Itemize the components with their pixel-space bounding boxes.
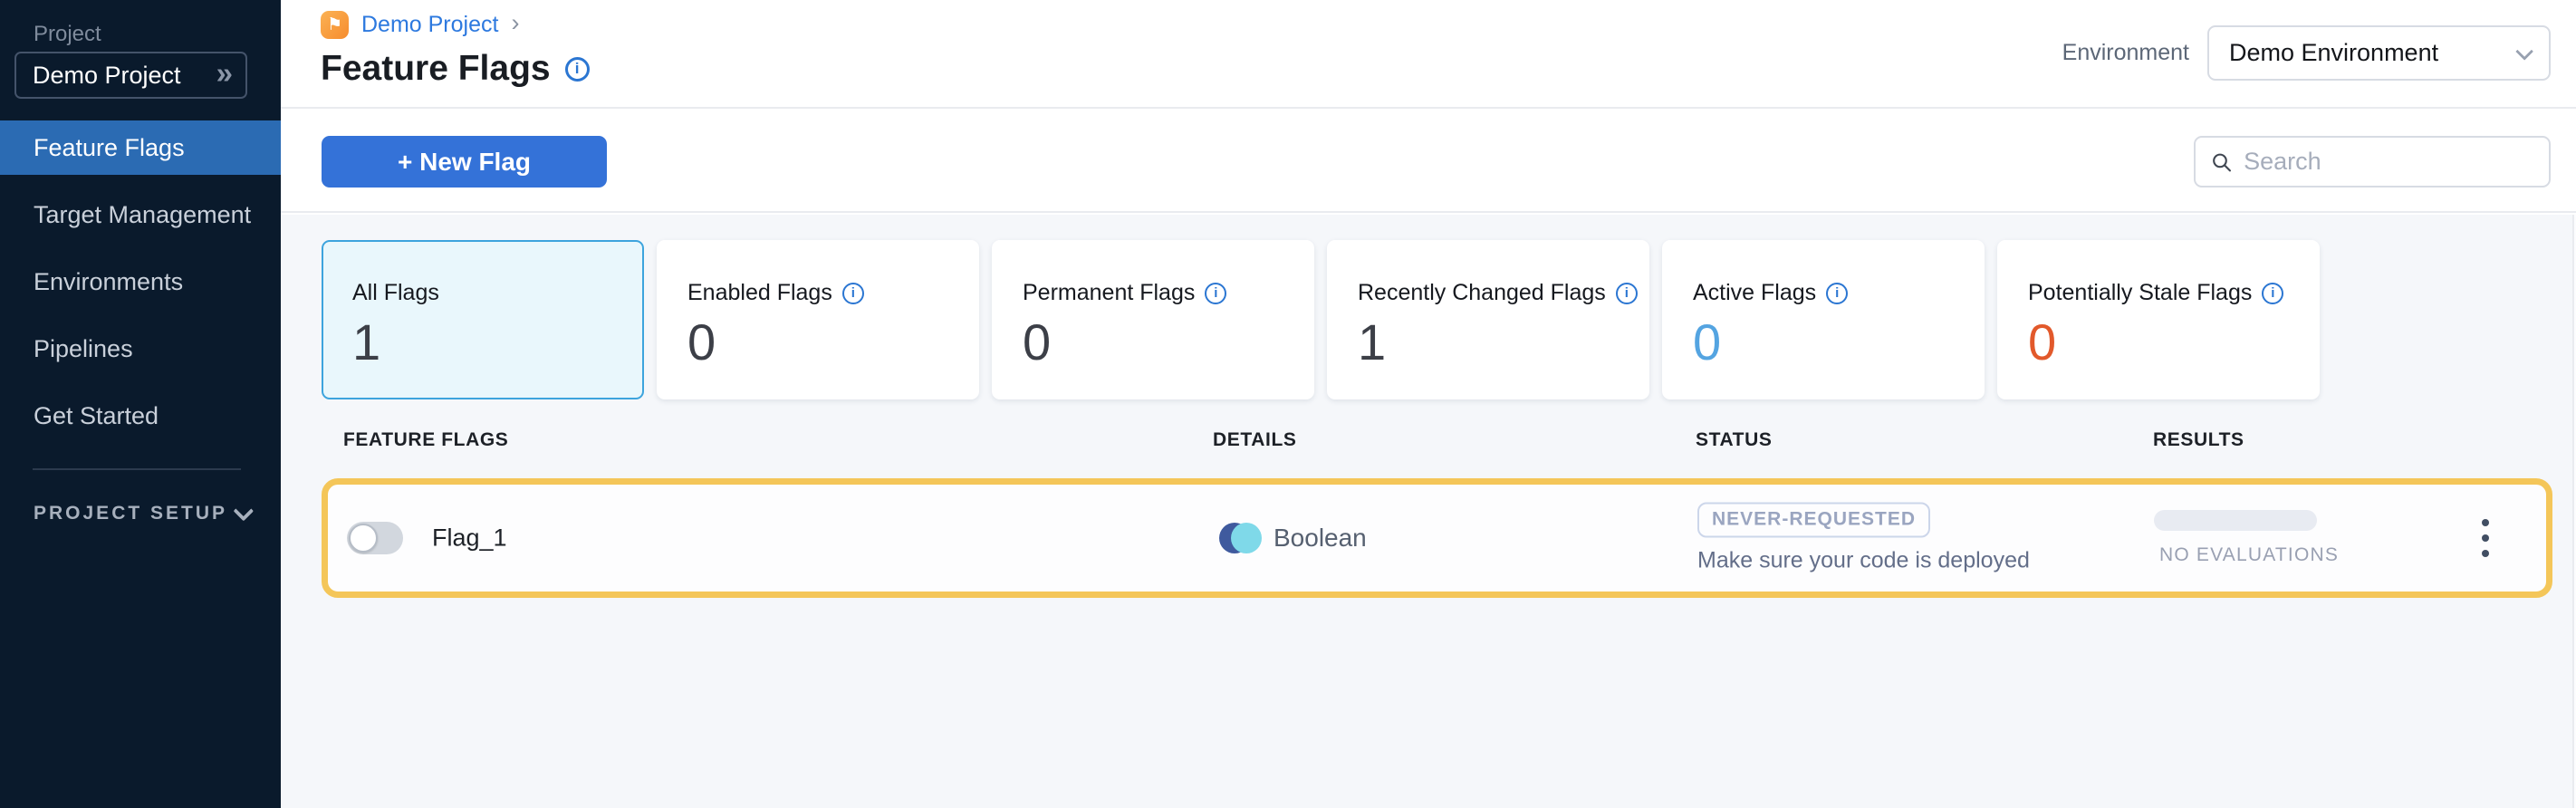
column-header-results: RESULTS [2153,429,2244,451]
page-header: ⚑ Demo Project › Feature Flags Environme… [281,0,2576,109]
app-root: Project Demo Project » Feature Flags Tar… [0,0,2576,808]
card-value: 1 [352,317,620,368]
card-label: Permanent Flags [1023,280,1195,306]
flag-results-cell: NO EVALUATIONS [2154,510,2339,566]
environment-select[interactable]: Demo Environment [2207,25,2551,81]
card-label: Enabled Flags [687,280,832,306]
card-value: 0 [1693,317,1961,368]
status-badge: NEVER-REQUESTED [1697,503,1930,538]
flag-status-cell: NEVER-REQUESTED Make sure your code is d… [1697,503,2030,574]
environment-select-value: Demo Environment [2229,39,2438,67]
search-input[interactable] [2244,148,2534,176]
breadcrumb-project-link[interactable]: Demo Project [361,12,498,38]
project-selector-value: Demo Project [33,62,181,90]
environment-label: Environment [2062,40,2189,66]
card-label: All Flags [352,280,439,306]
breadcrumb-separator-icon: › [511,11,519,39]
breadcrumb: ⚑ Demo Project › [321,11,519,39]
new-flag-button[interactable]: + New Flag [322,136,607,188]
main-content: All Flags 1 Enabled Flags 0 Permanent Fl… [281,215,2576,808]
card-value: 0 [687,317,956,368]
flag-name[interactable]: Flag_1 [432,524,507,553]
results-empty-bar [2154,510,2317,531]
flag-row[interactable]: Flag_1 Boolean NEVER-REQUESTED Make sure… [322,478,2552,598]
column-header-status: STATUS [1696,429,1772,451]
card-value: 0 [1023,317,1291,368]
feature-flags-module-icon: ⚑ [321,11,349,39]
status-hint: Make sure your code is deployed [1697,548,2030,574]
sidebar-item-get-started[interactable]: Get Started [0,389,281,443]
card-recently-changed-flags[interactable]: Recently Changed Flags 1 [1327,240,1649,399]
summary-cards: All Flags 1 Enabled Flags 0 Permanent Fl… [322,240,2320,399]
info-icon[interactable] [2262,283,2283,304]
scrollbar-track[interactable] [2572,215,2576,808]
info-icon[interactable] [1616,283,1638,304]
card-active-flags[interactable]: Active Flags 0 [1662,240,1985,399]
card-all-flags[interactable]: All Flags 1 [322,240,644,399]
column-header-feature-flags: FEATURE FLAGS [343,429,508,451]
chevron-down-icon [234,501,255,522]
title-row: Feature Flags [321,49,590,89]
toolbar: + New Flag [281,111,2576,213]
sidebar-item-target-management[interactable]: Target Management [0,188,281,242]
sidebar-item-feature-flags[interactable]: Feature Flags [0,120,281,175]
card-label: Active Flags [1693,280,1816,306]
info-icon[interactable] [842,283,864,304]
info-icon[interactable] [1205,283,1226,304]
sidebar-item-pipelines[interactable]: Pipelines [0,322,281,376]
title-info-icon[interactable] [565,57,590,82]
card-label: Recently Changed Flags [1358,280,1606,306]
card-label: Potentially Stale Flags [2028,280,2252,306]
sidebar: Project Demo Project » Feature Flags Tar… [0,0,281,808]
sidebar-section-project-setup[interactable]: PROJECT SETUP [34,498,248,529]
flag-type-label: Boolean [1274,524,1367,553]
search-box [2194,136,2551,188]
chevron-down-icon [2515,42,2533,60]
environment-group: Environment Demo Environment [2062,25,2551,81]
sidebar-item-environments[interactable]: Environments [0,255,281,309]
card-value: 1 [1358,317,1626,368]
card-permanent-flags[interactable]: Permanent Flags 0 [992,240,1314,399]
expand-panel-icon: » [216,58,229,93]
card-value: 0 [2028,317,2296,368]
column-header-details: DETAILS [1213,429,1296,451]
row-options-menu-icon[interactable] [2473,510,2498,566]
sidebar-divider [33,468,241,470]
search-icon [2210,149,2233,175]
page-title: Feature Flags [321,49,551,89]
card-enabled-flags[interactable]: Enabled Flags 0 [657,240,979,399]
flag-toggle[interactable] [347,522,403,554]
results-label: NO EVALUATIONS [2154,544,2339,566]
flag-details-cell: Boolean [1219,521,1367,555]
project-label: Project [34,22,101,47]
sidebar-nav: Feature Flags Target Management Environm… [0,120,281,456]
toggle-knob-icon [349,524,378,553]
project-selector[interactable]: Demo Project » [14,52,247,99]
boolean-type-icon [1219,521,1261,555]
card-potentially-stale-flags[interactable]: Potentially Stale Flags 0 [1997,240,2320,399]
info-icon[interactable] [1826,283,1848,304]
